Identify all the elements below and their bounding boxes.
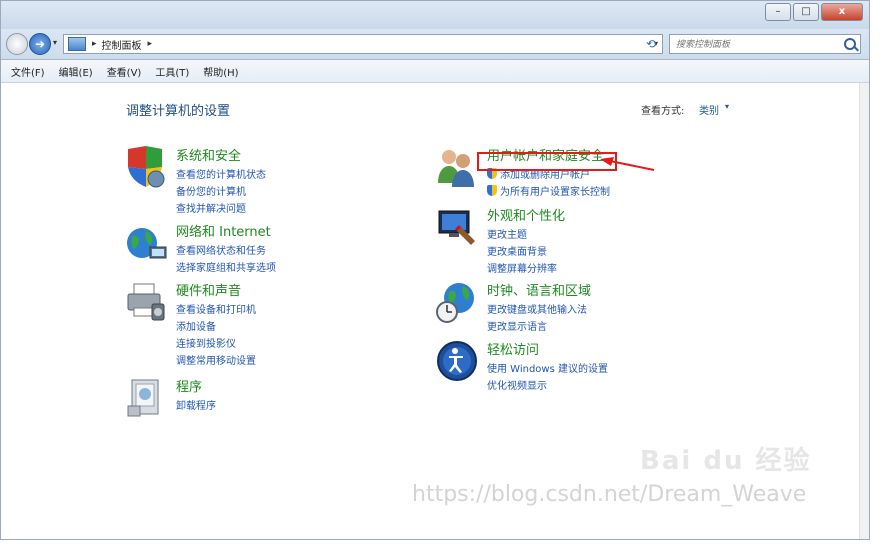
- minimize-button[interactable]: –: [765, 3, 791, 21]
- recent-pages-dropdown[interactable]: ▾: [53, 38, 57, 47]
- category-programs-links: 卸载程序: [176, 396, 216, 413]
- control-panel-icon: [68, 37, 86, 51]
- menu-help[interactable]: 帮助(H): [203, 64, 238, 79]
- search-input[interactable]: [674, 37, 838, 53]
- category-clock-language-region-links: 更改键盘或其他输入法 更改显示语言: [487, 300, 587, 334]
- breadcrumb-control-panel[interactable]: 控制面板: [102, 37, 142, 52]
- refresh-icon[interactable]: ⟲: [641, 35, 661, 53]
- menu-file[interactable]: 文件(F): [11, 64, 45, 79]
- category-network-internet-links: 查看网络状态和任务 选择家庭组和共享选项: [176, 241, 276, 275]
- link-view-computer-status[interactable]: 查看您的计算机状态: [176, 165, 266, 182]
- uac-shield-icon: [487, 185, 497, 196]
- category-system-security-links: 查看您的计算机状态 备份您的计算机 查找并解决问题: [176, 165, 266, 216]
- category-programs-title[interactable]: 程序: [176, 376, 202, 395]
- link-devices-printers[interactable]: 查看设备和打印机: [176, 300, 256, 317]
- link-change-display-language[interactable]: 更改显示语言: [487, 317, 587, 334]
- breadcrumb-separator[interactable]: ▸: [92, 39, 97, 49]
- link-connect-projector[interactable]: 连接到投影仪: [176, 334, 256, 351]
- globe-clock-icon[interactable]: [435, 280, 479, 324]
- link-network-status[interactable]: 查看网络状态和任务: [176, 241, 276, 258]
- users-icon[interactable]: [435, 145, 479, 189]
- url-watermark: https://blog.csdn.net/Dream_Weave: [412, 482, 807, 507]
- caption-buttons: – □ x: [765, 3, 863, 21]
- link-optimize-visual-display[interactable]: 优化视频显示: [487, 376, 608, 393]
- category-ease-of-access-links: 使用 Windows 建议的设置 优化视频显示: [487, 359, 608, 393]
- link-change-theme[interactable]: 更改主题: [487, 225, 557, 242]
- close-button[interactable]: x: [821, 3, 863, 21]
- link-recommended-settings[interactable]: 使用 Windows 建议的设置: [487, 359, 608, 376]
- printer-icon[interactable]: [124, 280, 168, 324]
- globe-network-icon[interactable]: [124, 221, 168, 265]
- accessibility-icon[interactable]: [435, 339, 479, 383]
- category-network-internet-title[interactable]: 网络和 Internet: [176, 221, 271, 240]
- view-by-chevron-down-icon[interactable]: ▾: [725, 102, 729, 111]
- view-by-label: 查看方式:: [641, 106, 685, 117]
- link-mobility-settings[interactable]: 调整常用移动设置: [176, 351, 256, 368]
- link-parental-controls[interactable]: 为所有用户设置家长控制: [487, 182, 610, 199]
- category-appearance-title[interactable]: 外观和个性化: [487, 205, 565, 224]
- link-uninstall-program[interactable]: 卸载程序: [176, 396, 216, 413]
- link-change-keyboard-input[interactable]: 更改键盘或其他输入法: [487, 300, 587, 317]
- address-bar[interactable]: ▸ 控制面板 ▸ ▾: [63, 34, 663, 54]
- baidu-watermark: Bai du 经验: [640, 446, 812, 476]
- forward-button[interactable]: ➜: [29, 33, 51, 55]
- search-icon[interactable]: [844, 38, 856, 50]
- link-add-device[interactable]: 添加设备: [176, 317, 256, 334]
- back-button[interactable]: [6, 33, 28, 55]
- shield-icon[interactable]: [124, 145, 168, 189]
- monitor-paint-icon[interactable]: [435, 205, 479, 249]
- link-homegroup-sharing[interactable]: 选择家庭组和共享选项: [176, 258, 276, 275]
- menu-view[interactable]: 查看(V): [107, 64, 142, 79]
- link-backup-computer[interactable]: 备份您的计算机: [176, 182, 266, 199]
- breadcrumb-separator-end[interactable]: ▸: [148, 39, 153, 49]
- maximize-button[interactable]: □: [793, 3, 819, 21]
- menu-edit[interactable]: 编辑(E): [59, 64, 93, 79]
- link-adjust-resolution[interactable]: 调整屏幕分辨率: [487, 259, 557, 276]
- link-parental-controls-label: 为所有用户设置家长控制: [500, 187, 610, 198]
- menu-bar: 文件(F) 编辑(E) 查看(V) 工具(T) 帮助(H): [1, 60, 869, 83]
- programs-icon[interactable]: [124, 376, 168, 420]
- category-system-security-title[interactable]: 系统和安全: [176, 145, 241, 164]
- title-bar: – □ x: [1, 1, 869, 29]
- link-troubleshoot[interactable]: 查找并解决问题: [176, 199, 266, 216]
- navigation-bar: ➜ ▾ ▸ 控制面板 ▸ ▾ ⟲: [1, 29, 869, 60]
- category-appearance-links: 更改主题 更改桌面背景 调整屏幕分辨率: [487, 225, 557, 276]
- category-hardware-sound-title[interactable]: 硬件和声音: [176, 280, 241, 299]
- search-box[interactable]: [669, 34, 861, 54]
- vertical-scrollbar[interactable]: [859, 83, 869, 539]
- page-title: 调整计算机的设置: [126, 104, 231, 119]
- view-by-selector[interactable]: 类别: [699, 102, 719, 117]
- category-ease-of-access-title[interactable]: 轻松访问: [487, 339, 539, 358]
- category-clock-language-region-title[interactable]: 时钟、语言和区域: [487, 280, 591, 299]
- annotation-arrow-icon: [600, 157, 655, 171]
- menu-tools[interactable]: 工具(T): [155, 64, 189, 79]
- category-hardware-sound-links: 查看设备和打印机 添加设备 连接到投影仪 调整常用移动设置: [176, 300, 256, 368]
- link-change-desktop-background[interactable]: 更改桌面背景: [487, 242, 557, 259]
